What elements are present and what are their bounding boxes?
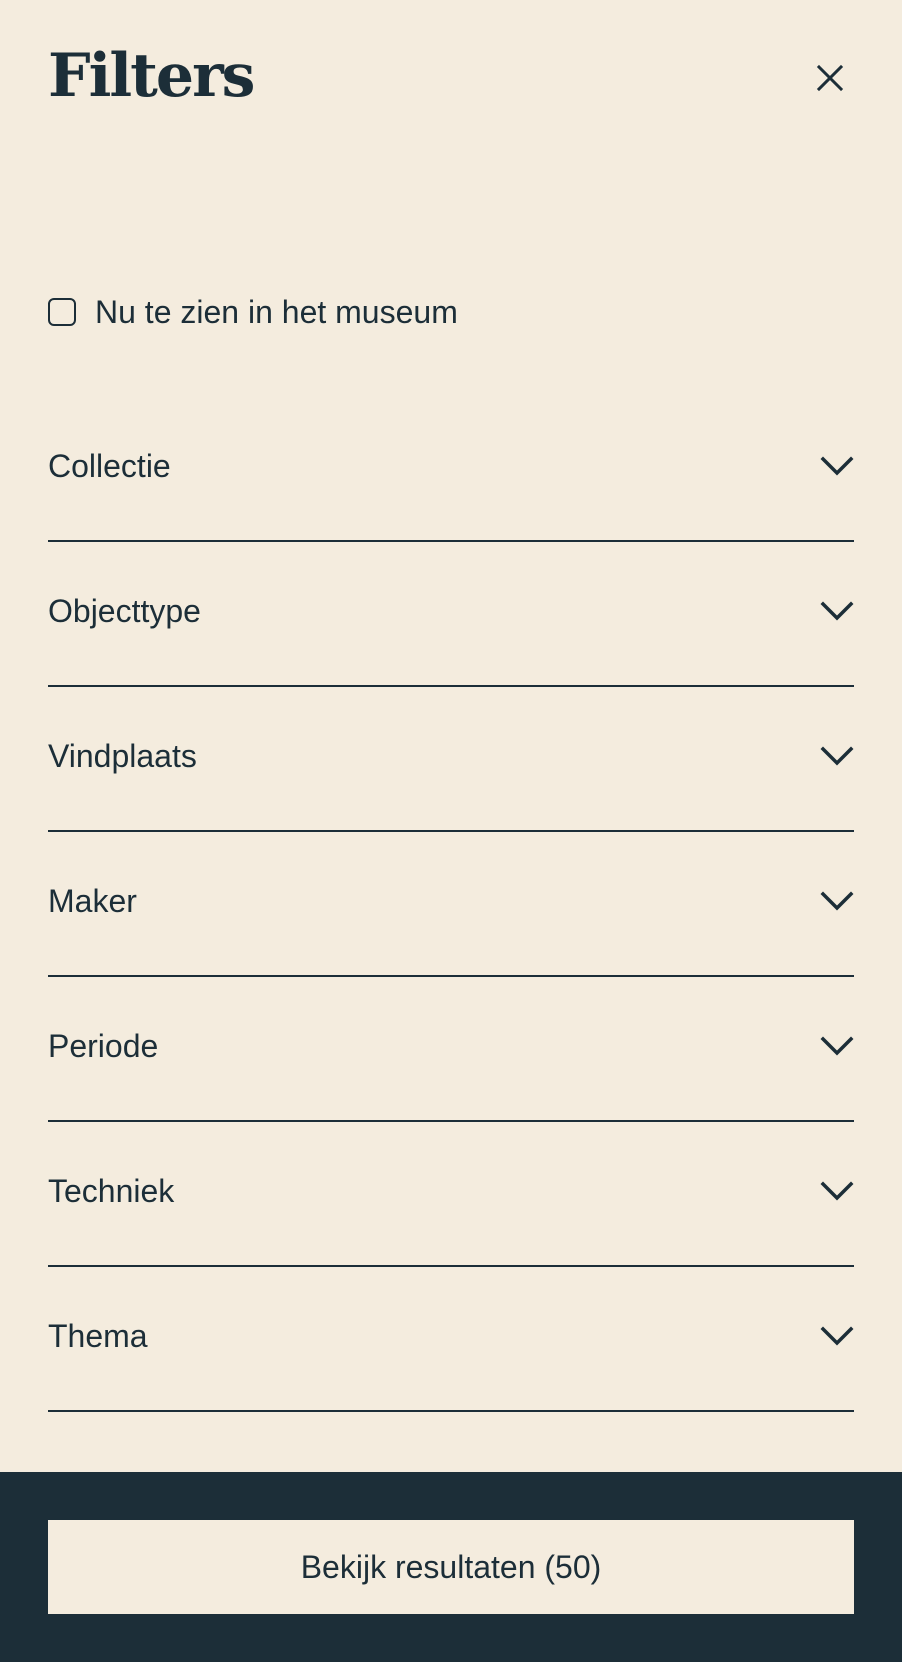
- filter-label: Collectie: [48, 447, 171, 484]
- filter-periode[interactable]: Periode: [48, 977, 854, 1122]
- filter-label: Objecttype: [48, 592, 201, 629]
- filters-header: Filters: [48, 38, 854, 118]
- on-display-checkbox[interactable]: [48, 298, 76, 326]
- filter-label: Thema: [48, 1317, 148, 1354]
- close-icon: [816, 64, 844, 92]
- filter-maker[interactable]: Maker: [48, 832, 854, 977]
- on-display-checkbox-row[interactable]: Nu te zien in het museum: [48, 292, 458, 332]
- close-button[interactable]: [810, 58, 850, 98]
- view-results-button[interactable]: Bekijk resultaten (50): [48, 1520, 854, 1614]
- chevron-down-icon: [820, 1180, 854, 1202]
- filter-label: Techniek: [48, 1172, 175, 1209]
- chevron-down-icon: [820, 600, 854, 622]
- filter-vindplaats[interactable]: Vindplaats: [48, 687, 854, 832]
- chevron-down-icon: [820, 1035, 854, 1057]
- filter-list: Collectie Objecttype Vindplaats Maker Pe…: [48, 397, 854, 1412]
- filter-label: Maker: [48, 882, 137, 919]
- filters-footer: Bekijk resultaten (50): [0, 1472, 902, 1662]
- chevron-down-icon: [820, 1325, 854, 1347]
- filter-techniek[interactable]: Techniek: [48, 1122, 854, 1267]
- chevron-down-icon: [820, 455, 854, 477]
- filter-collectie[interactable]: Collectie: [48, 397, 854, 542]
- filter-label: Vindplaats: [48, 737, 197, 774]
- on-display-checkbox-label: Nu te zien in het museum: [95, 294, 458, 330]
- filter-objecttype[interactable]: Objecttype: [48, 542, 854, 687]
- chevron-down-icon: [820, 890, 854, 912]
- filter-label: Periode: [48, 1027, 159, 1064]
- page-title: Filters: [48, 41, 255, 111]
- chevron-down-icon: [820, 745, 854, 767]
- filter-thema[interactable]: Thema: [48, 1267, 854, 1412]
